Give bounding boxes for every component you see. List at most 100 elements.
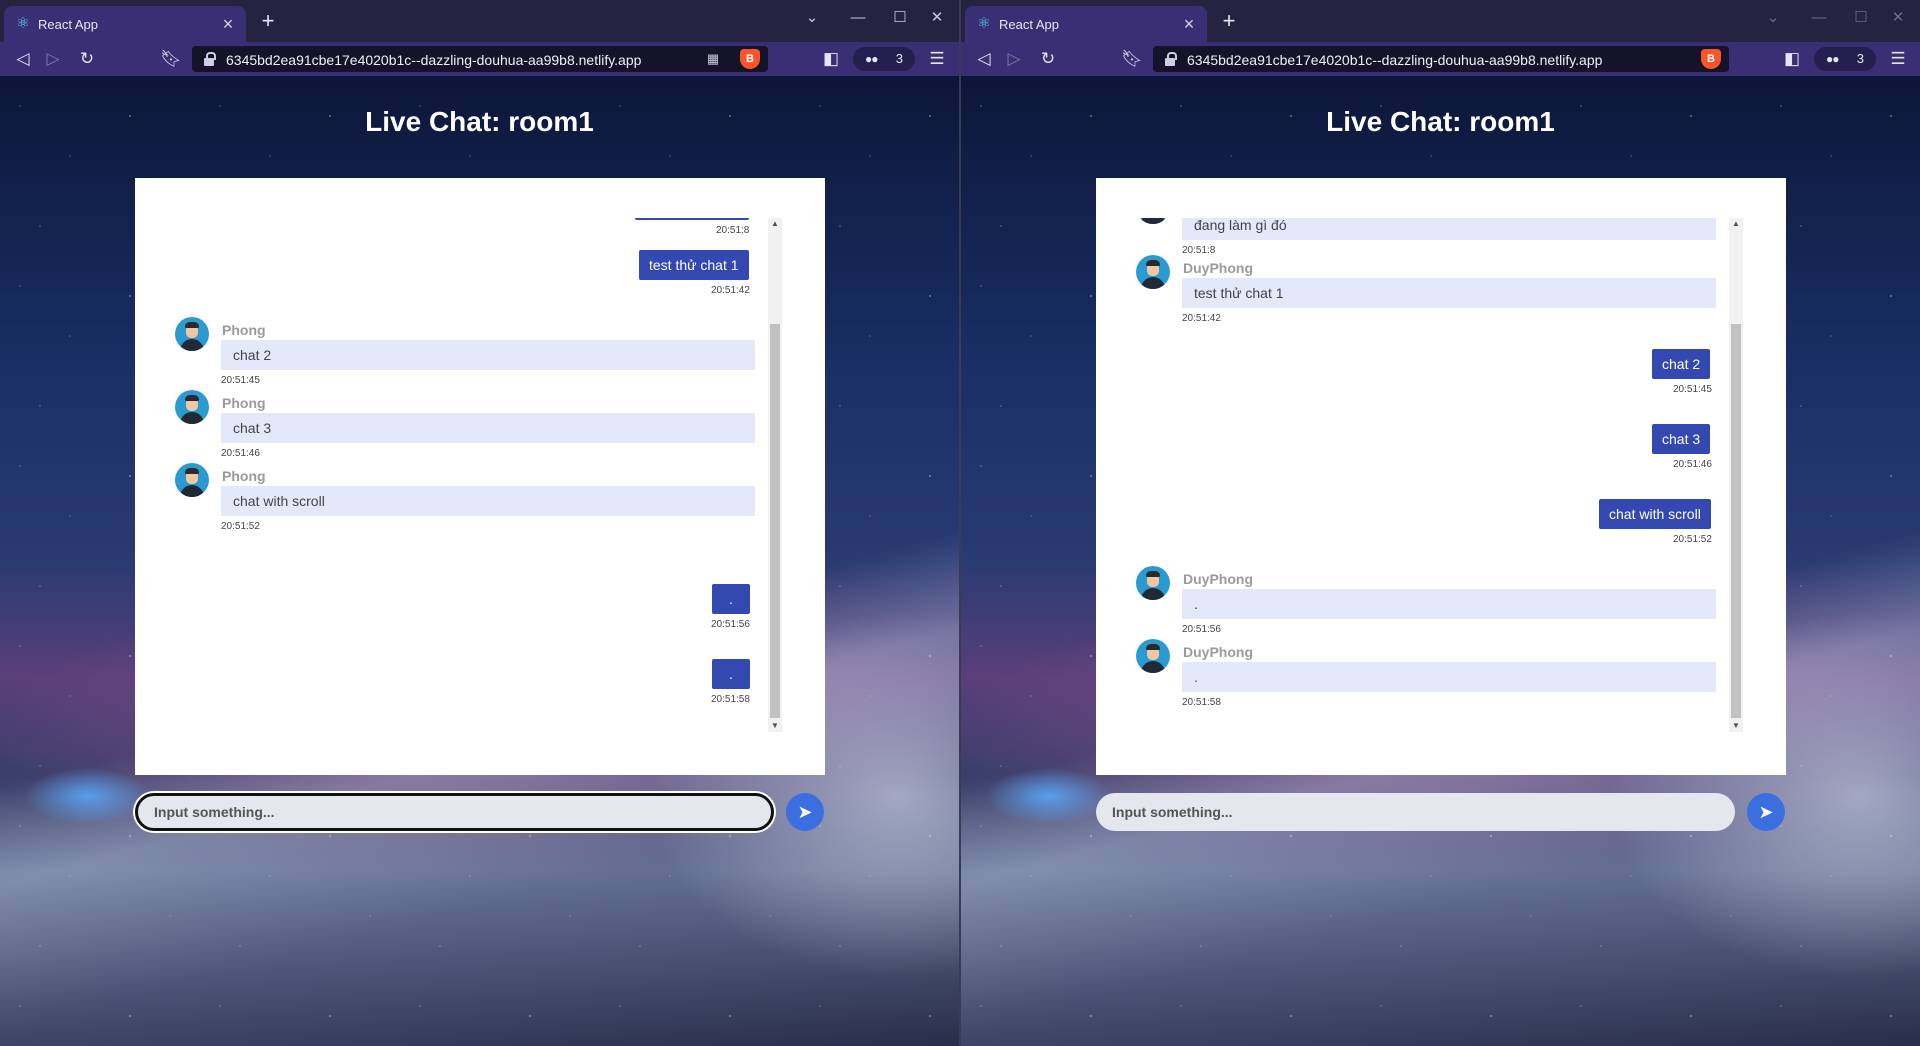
own-message-bubble: chat 3 — [1652, 424, 1711, 454]
vpn-count: 3 — [1856, 51, 1864, 66]
brave-shield-icon[interactable]: B — [1701, 49, 1721, 69]
tab-search-chevron-icon[interactable]: ⌄ — [792, 4, 832, 32]
message-list[interactable]: 20:51:8 test thử chat 1 20:51:42 Phong c… — [135, 218, 785, 728]
lock-icon[interactable] — [1165, 52, 1177, 66]
qr-code-icon[interactable]: ▦ — [704, 50, 722, 68]
menu-icon[interactable]: ☰ — [1885, 46, 1911, 72]
forward-icon[interactable]: ▷ — [1001, 46, 1027, 72]
scroll-thumb[interactable] — [1731, 324, 1741, 718]
bookmark-icon[interactable]: 🔖︎ — [158, 46, 184, 72]
message-time: 20:51:56 — [711, 619, 750, 630]
scroll-down-arrow-icon[interactable]: ▼ — [768, 720, 782, 732]
own-message-bubble: test thử chat 1 — [639, 250, 749, 280]
tab-react-app[interactable]: ⚛ React App × — [4, 6, 246, 42]
own-message-bubble: chat 2 — [1652, 349, 1711, 379]
other-message-bubble: đang làm gì đó — [1182, 218, 1716, 240]
message-scrollbar[interactable]: ▲ ▼ — [768, 218, 782, 732]
url-text: 6345bd2ea91cbe17e4020b1c--dazzling-douhu… — [1187, 52, 1603, 68]
sender-name: DuyPhong — [1183, 644, 1253, 660]
avatar — [1136, 639, 1170, 673]
avatar — [175, 463, 209, 497]
scroll-thumb[interactable] — [770, 324, 780, 718]
message-time: 20:51:42 — [1182, 313, 1221, 324]
send-button[interactable]: ➤ — [786, 793, 824, 831]
new-tab-button[interactable]: + — [256, 10, 280, 34]
sender-name: DuyPhong — [1183, 571, 1253, 587]
own-message-bubble: chat with scroll — [1599, 499, 1711, 529]
scroll-up-arrow-icon[interactable]: ▲ — [768, 218, 782, 230]
own-message-bubble: . — [712, 584, 750, 614]
message-time: 20:51:58 — [711, 694, 750, 705]
close-window-button[interactable]: ✕ — [917, 4, 957, 32]
vpn-button[interactable]: ●● 3 — [853, 47, 915, 71]
other-message-bubble: chat 3 — [221, 413, 755, 443]
other-message-bubble: . — [1182, 589, 1716, 619]
message-time: 20:51:42 — [711, 285, 750, 296]
forward-icon[interactable]: ▷ — [40, 46, 66, 72]
page-viewport: Live Chat: room1 đang làm gì đó 20:51:8 … — [961, 76, 1920, 1046]
reload-icon[interactable]: ↻ — [1035, 46, 1061, 72]
lock-icon[interactable] — [204, 52, 216, 66]
back-icon[interactable]: ◁ — [971, 46, 997, 72]
own-message-bubble — [635, 218, 749, 220]
chat-panel: 20:51:8 test thử chat 1 20:51:42 Phong c… — [135, 178, 825, 775]
page-viewport: Live Chat: room1 20:51:8 test thử chat 1… — [0, 76, 959, 1046]
minimize-button[interactable]: — — [838, 4, 878, 32]
reload-icon[interactable]: ↻ — [74, 46, 100, 72]
message-time: 20:51:52 — [221, 521, 260, 532]
tab-react-app[interactable]: ⚛ React App × — [965, 6, 1207, 42]
browser-window-left: ⚛ React App × + ⌄ — ☐ ✕ ◁ ▷ ↻ 🔖︎ 6345bd2… — [0, 0, 959, 1046]
message-time: 20:51:46 — [221, 448, 260, 459]
url-text: 6345bd2ea91cbe17e4020b1c--dazzling-douhu… — [226, 52, 642, 68]
sender-name: DuyPhong — [1183, 260, 1253, 276]
react-favicon-icon: ⚛ — [16, 15, 30, 32]
menu-icon[interactable]: ☰ — [924, 46, 950, 72]
message-input[interactable] — [1096, 793, 1735, 831]
other-message-bubble: test thử chat 1 — [1182, 278, 1716, 308]
own-message-bubble: . — [712, 659, 750, 689]
tab-search-chevron-icon[interactable]: ⌄ — [1753, 4, 1793, 32]
react-favicon-icon: ⚛ — [977, 15, 991, 32]
avatar — [1136, 255, 1170, 289]
message-time: 20:51:52 — [1673, 534, 1712, 545]
message-time: 20:51:46 — [1673, 459, 1712, 470]
sender-name: Phong — [222, 468, 266, 484]
brave-shield-icon[interactable]: B — [740, 49, 760, 69]
maximize-button[interactable]: ☐ — [880, 4, 920, 32]
message-scrollbar[interactable]: ▲ ▼ — [1729, 218, 1743, 732]
address-bar[interactable]: 6345bd2ea91cbe17e4020b1c--dazzling-douhu… — [1153, 46, 1729, 72]
glasses-icon: ●● — [1826, 52, 1839, 66]
message-time: 20:51:45 — [221, 375, 260, 386]
new-tab-button[interactable]: + — [1217, 10, 1241, 34]
browser-window-right: ⚛ React App × + ⌄ — ☐ ✕ ◁ ▷ ↻ 🔖︎ 6345bd2… — [961, 0, 1920, 1046]
send-button[interactable]: ➤ — [1747, 793, 1785, 831]
minimize-button[interactable]: — — [1799, 4, 1839, 32]
scroll-down-arrow-icon[interactable]: ▼ — [1729, 720, 1743, 732]
browser-toolbar: ◁ ▷ ↻ 🔖︎ 6345bd2ea91cbe17e4020b1c--dazzl… — [0, 42, 959, 76]
page-title: Live Chat: room1 — [1326, 106, 1555, 137]
close-window-button[interactable]: ✕ — [1878, 4, 1918, 32]
message-input[interactable] — [135, 793, 774, 831]
avatar — [1136, 218, 1170, 224]
message-list[interactable]: đang làm gì đó 20:51:8 DuyPhong test thử… — [1096, 218, 1746, 728]
tab-close-icon[interactable]: × — [1179, 14, 1199, 34]
other-message-bubble: . — [1182, 662, 1716, 692]
scroll-up-arrow-icon[interactable]: ▲ — [1729, 218, 1743, 230]
back-icon[interactable]: ◁ — [10, 46, 36, 72]
bookmark-icon[interactable]: 🔖︎ — [1119, 46, 1145, 72]
avatar — [175, 390, 209, 424]
other-message-bubble: chat 2 — [221, 340, 755, 370]
vpn-count: 3 — [895, 51, 903, 66]
tab-strip: ⚛ React App × + ⌄ — ☐ ✕ — [961, 0, 1920, 42]
maximize-button[interactable]: ☐ — [1841, 4, 1881, 32]
tab-title: React App — [999, 17, 1059, 32]
chat-panel: đang làm gì đó 20:51:8 DuyPhong test thử… — [1096, 178, 1786, 775]
send-icon: ➤ — [797, 802, 813, 822]
tab-close-icon[interactable]: × — [218, 14, 238, 34]
browser-toolbar: ◁ ▷ ↻ 🔖︎ 6345bd2ea91cbe17e4020b1c--dazzl… — [961, 42, 1920, 76]
desktop: ⚛ React App × + ⌄ — ☐ ✕ ◁ ▷ ↻ 🔖︎ 6345bd2… — [0, 0, 1920, 1046]
vpn-button[interactable]: ●● 3 — [1814, 47, 1876, 71]
sidebar-icon[interactable]: ◧ — [818, 46, 844, 72]
address-bar[interactable]: 6345bd2ea91cbe17e4020b1c--dazzling-douhu… — [192, 46, 768, 72]
sidebar-icon[interactable]: ◧ — [1779, 46, 1805, 72]
